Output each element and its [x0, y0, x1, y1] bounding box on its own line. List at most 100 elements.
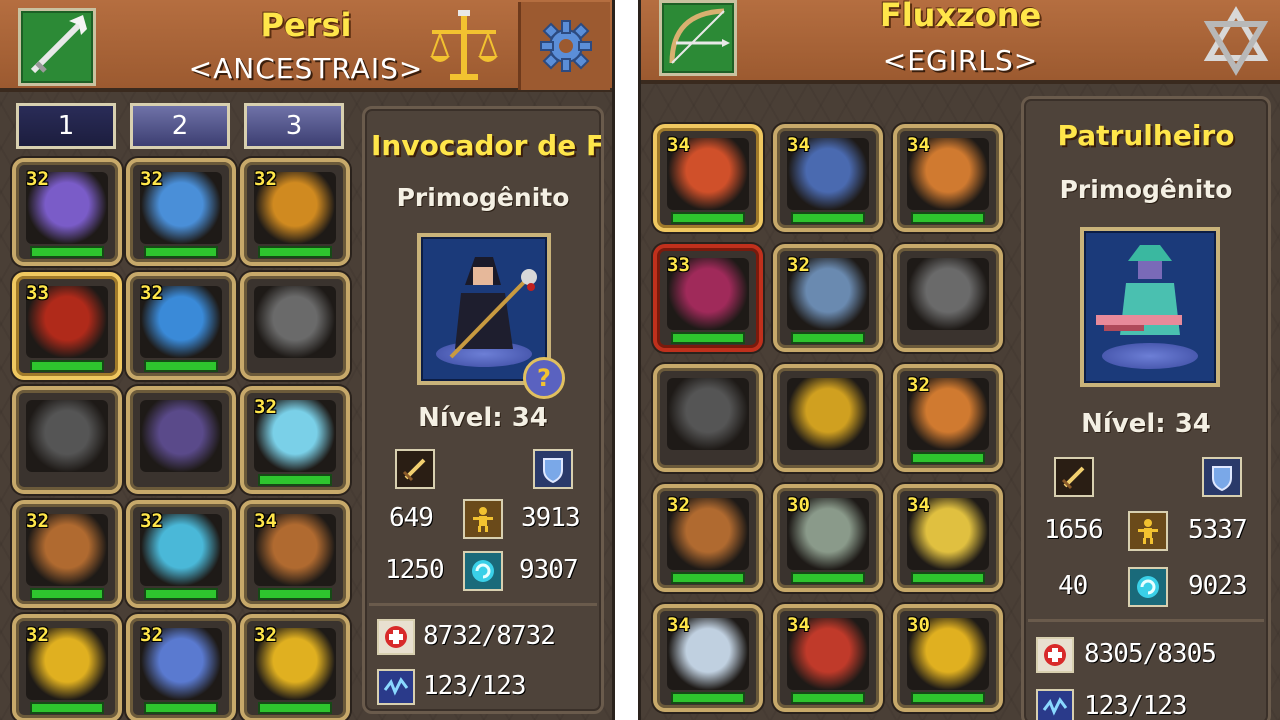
durability-bar: [911, 212, 985, 224]
equipment-slot[interactable]: 32: [773, 244, 883, 352]
durability-bar: [144, 246, 218, 258]
durability-bar: [911, 572, 985, 584]
equipment-slot[interactable]: 32: [126, 500, 236, 608]
durability-bar: [258, 702, 332, 714]
settings-button[interactable]: [518, 2, 610, 90]
equipment-slot[interactable]: 32: [893, 364, 1003, 472]
defense-value: 3913: [521, 503, 581, 533]
equipment-slot[interactable]: 34: [653, 124, 763, 232]
tab-2[interactable]: 2: [130, 103, 230, 149]
durability-bar: [144, 588, 218, 600]
gear-icon: [539, 20, 592, 72]
equipment-slot[interactable]: 34: [240, 500, 350, 608]
item-level: 32: [907, 374, 930, 396]
balance-scale-icon[interactable]: [424, 8, 504, 86]
durability-bar: [911, 452, 985, 464]
equipment-slot[interactable]: 32: [12, 158, 122, 266]
durability-bar: [671, 692, 745, 704]
tab-label: 1: [57, 111, 75, 141]
item-level: 33: [667, 254, 690, 276]
magic-swirl-icon: [1128, 567, 1168, 607]
equipment-slot[interactable]: 32: [126, 614, 236, 720]
strength-figure-icon: [463, 499, 503, 539]
equipment-slot[interactable]: [773, 364, 883, 472]
durability-bar: [30, 246, 104, 258]
tab-1[interactable]: 1: [16, 103, 116, 149]
durability-bar: [30, 360, 104, 372]
guild-name[interactable]: <EGIRLS>: [641, 44, 1280, 77]
character-stats-panel: Invocador de Fe Primogênito ? Nível: 34 …: [362, 106, 604, 714]
hp-cross-icon: [377, 619, 415, 655]
equipment-slot[interactable]: [12, 386, 122, 494]
equipment-slot[interactable]: 32: [653, 484, 763, 592]
item-level: 34: [787, 614, 810, 636]
equipment-slot[interactable]: [126, 386, 236, 494]
profile-header: Fluxzone <EGIRLS>: [641, 0, 1280, 84]
equipment-slot[interactable]: 34: [893, 484, 1003, 592]
player-panel-right: Fluxzone <EGIRLS> 34 34 34 33 32 32 32 30 34 34 34…: [638, 0, 1280, 720]
stat-3-value: 1250: [385, 555, 445, 585]
durability-bar: [30, 588, 104, 600]
equipment-slot[interactable]: 32: [12, 614, 122, 720]
equipment-slot[interactable]: 34: [893, 124, 1003, 232]
equipment-slot[interactable]: 32: [126, 158, 236, 266]
character-portrait[interactable]: ?: [417, 233, 565, 399]
equipment-slot[interactable]: 32: [126, 272, 236, 380]
stats-divider: [369, 603, 597, 606]
durability-bar: [258, 474, 332, 486]
item-level: 32: [140, 168, 163, 190]
equipment-slot[interactable]: 34: [773, 604, 883, 712]
ranger-sprite-icon: [1096, 245, 1182, 335]
defense-shield-icon: [533, 449, 573, 489]
durability-bar: [144, 360, 218, 372]
hp-value: 8732/8732: [423, 621, 556, 651]
stat-4-value: 9023: [1188, 571, 1248, 601]
equipment-slot[interactable]: 32: [12, 500, 122, 608]
equipment-slot[interactable]: [893, 244, 1003, 352]
equipment-slot[interactable]: [653, 364, 763, 472]
bird-icon: [667, 378, 749, 450]
summoner-sprite-icon: [449, 257, 537, 359]
item-level: 34: [667, 134, 690, 156]
equipment-slot[interactable]: 30: [893, 604, 1003, 712]
durability-bar: [791, 572, 865, 584]
tab-3[interactable]: 3: [244, 103, 344, 149]
item-level: 32: [26, 510, 49, 532]
equipment-slot[interactable]: 32: [240, 386, 350, 494]
item-level: 32: [140, 510, 163, 532]
equipment-slot[interactable]: 32: [240, 158, 350, 266]
character-stats-panel: Patrulheiro Primogênito Nível: 34 1656 5…: [1021, 96, 1271, 720]
item-level: 30: [787, 494, 810, 516]
equipment-slot[interactable]: 32: [240, 614, 350, 720]
attack-value: 1656: [1044, 515, 1104, 545]
durability-bar: [30, 702, 104, 714]
mp-value: 123/123: [1084, 691, 1188, 720]
durability-bar: [258, 246, 332, 258]
equipment-slot[interactable]: 30: [773, 484, 883, 592]
defense-shield-icon: [1202, 457, 1242, 497]
tab-label: 3: [285, 111, 303, 141]
attack-sword-icon: [395, 449, 435, 489]
durability-bar: [911, 692, 985, 704]
equipment-slot[interactable]: [240, 272, 350, 380]
attack-value: 649: [389, 503, 434, 533]
equipment-slot[interactable]: 34: [653, 604, 763, 712]
faction-emblem-icon[interactable]: [1201, 6, 1271, 76]
durability-bar: [791, 692, 865, 704]
help-question-icon[interactable]: ?: [523, 357, 565, 399]
character-portrait[interactable]: [1080, 227, 1220, 387]
durability-bar: [258, 588, 332, 600]
character-name: Fluxzone: [879, 0, 1042, 34]
equipment-slot[interactable]: 34: [773, 124, 883, 232]
mp-lightning-icon: [377, 669, 415, 705]
equipment-slot[interactable]: 33: [12, 272, 122, 380]
character-level: Nível: 34: [1081, 409, 1211, 439]
jester-icon: [787, 378, 869, 450]
item-level: 32: [254, 396, 277, 418]
equipment-slot[interactable]: 33: [653, 244, 763, 352]
item-level: 34: [667, 614, 690, 636]
magic-swirl-icon: [463, 551, 503, 591]
sword-icon: [254, 286, 336, 358]
durability-bar: [671, 572, 745, 584]
item-level: 32: [26, 624, 49, 646]
